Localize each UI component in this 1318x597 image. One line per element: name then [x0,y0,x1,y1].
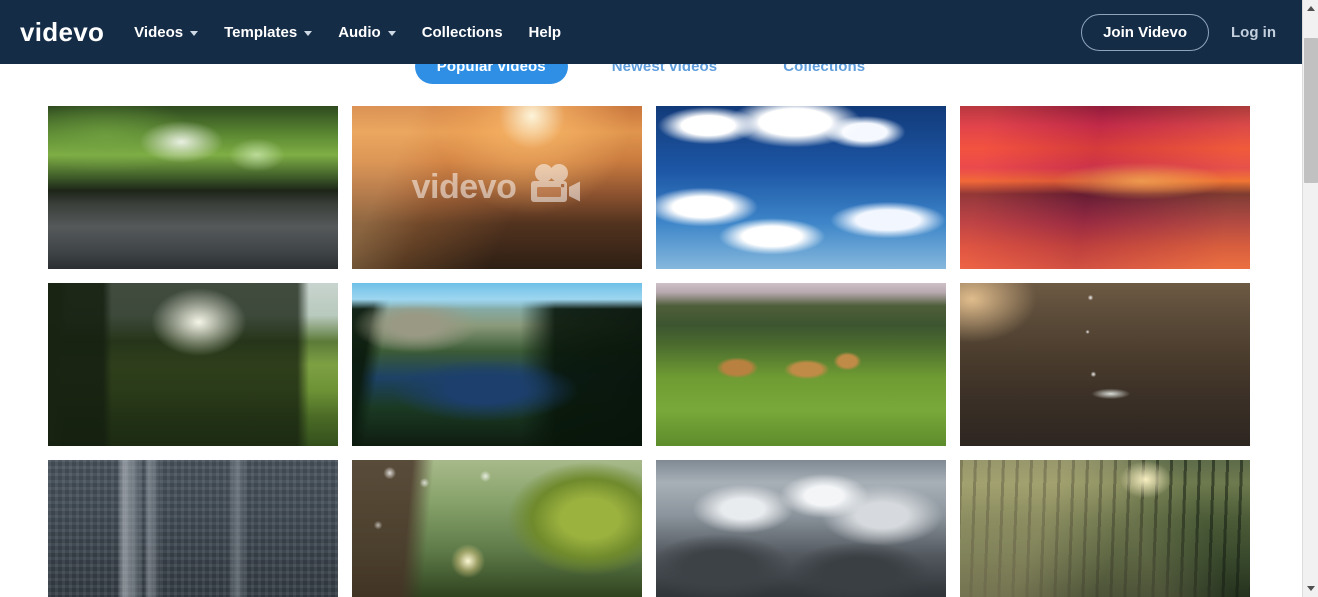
videvo-logo[interactable]: videvo [20,17,104,48]
nav-link-label: Audio [338,23,381,41]
video-thumbnail[interactable] [352,460,642,597]
thumbnail-image [656,460,946,597]
thumbnail-image [960,460,1250,597]
video-thumbnail[interactable] [48,283,338,446]
thumbnail-image [48,106,338,269]
scrollbar-thumb[interactable] [1304,38,1318,183]
thumbnail-image [656,283,946,446]
video-thumbnail[interactable] [960,283,1250,446]
vertical-scrollbar[interactable] [1302,0,1318,597]
video-thumbnail[interactable] [656,106,946,269]
thumbnail-image [960,106,1250,269]
thumbnail-image [352,460,642,597]
nav-collections[interactable]: Collections [422,24,503,41]
nav-link-label: Templates [224,23,298,41]
nav-actions: Join Videvo Log in [1081,13,1276,51]
join-videvo-button[interactable]: Join Videvo [1081,13,1209,51]
nav-help[interactable]: Help [529,24,562,41]
thumbnail-image [352,283,642,446]
video-thumbnail[interactable] [656,460,946,597]
thumbnail-image [352,106,642,269]
video-thumbnail[interactable] [960,106,1250,269]
browser-viewport: Popular videos Newest videos Collections v… [0,0,1318,597]
thumbnail-image [48,460,338,597]
chevron-down-icon [190,30,199,36]
video-thumbnail[interactable] [352,283,642,446]
video-thumbnail[interactable] [48,460,338,597]
video-thumbnail[interactable]: videvo [352,106,642,269]
thumbnail-image [960,283,1250,446]
video-thumbnail[interactable] [656,283,946,446]
nav-videos[interactable]: Videos [134,23,199,41]
video-thumbnail[interactable] [960,460,1250,597]
nav-templates[interactable]: Templates [224,23,313,41]
chevron-down-icon [387,30,396,36]
primary-nav: Videos Templates Audio Collections Help [134,24,561,41]
video-thumbnail-grid: videvo [48,106,1254,597]
log-in-link[interactable]: Log in [1231,24,1276,41]
nav-link-label: Help [528,23,562,41]
nav-audio[interactable]: Audio [338,24,396,41]
page-content: Popular videos Newest videos Collections v… [0,0,1302,597]
nav-link-label: Collections [421,23,503,41]
video-thumbnail[interactable] [48,106,338,269]
thumbnail-image [48,283,338,446]
thumbnail-image [656,106,946,269]
scroll-up-arrow-icon[interactable] [1303,0,1318,17]
chevron-down-icon [304,30,313,36]
scroll-down-arrow-icon[interactable] [1303,580,1318,597]
nav-link-label: Videos [134,23,184,41]
site-navbar: videvo Videos Templates Audio Collections He… [0,0,1302,64]
